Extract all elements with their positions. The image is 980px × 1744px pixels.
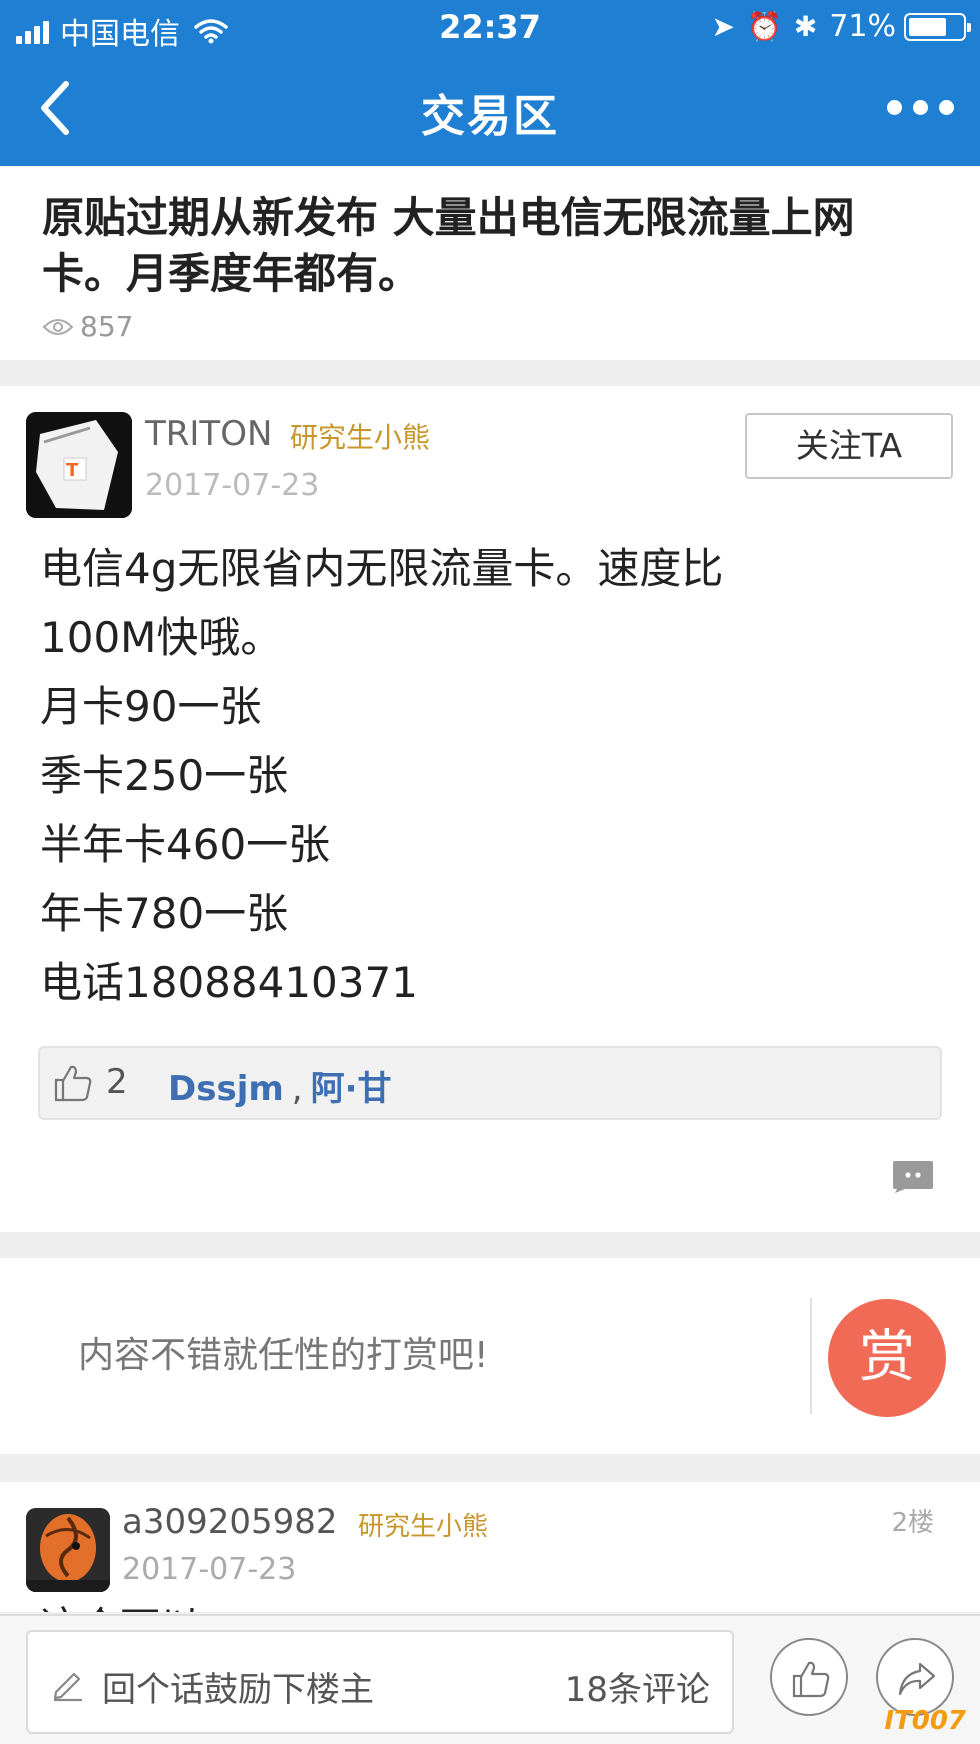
author-rank: 研究生小熊	[358, 1512, 489, 1542]
reply-body-peek: 这个可以	[40, 1594, 200, 1612]
post-body: 电信4g无限省内无限流量卡。速度比 100M快哦。 月卡90一张 季卡250一张…	[40, 534, 940, 1017]
post-title-card: 原贴过期从新发布 大量出电信无限流量上网卡。月季度年都有。 857	[0, 166, 980, 360]
bluetooth-icon: ✱	[793, 10, 818, 43]
reward-prompt: 内容不错就任性的打赏吧!	[78, 1335, 489, 1376]
reply-post: a309205982 研究生小熊 2017-07-23 2楼 这个可以	[0, 1482, 980, 1612]
avatar-image	[26, 1508, 110, 1592]
post-body-line: 年卡780一张	[40, 889, 289, 938]
more-icon[interactable]	[876, 100, 954, 115]
author-rank: 研究生小熊	[290, 421, 431, 454]
post-title: 原贴过期从新发布 大量出电信无限流量上网卡。月季度年都有。	[42, 193, 855, 298]
post-body-line: 半年卡460一张	[40, 820, 331, 869]
avatar[interactable]: T	[26, 412, 132, 518]
post-date: 2017-07-23	[145, 468, 320, 503]
avatar-image: T	[26, 412, 132, 518]
comment-placeholder: 回个话鼓励下楼主	[102, 1670, 374, 1710]
alarm-icon: ⏰	[746, 10, 782, 43]
watermark-logo: IT007	[884, 1706, 966, 1736]
location-icon: ➤	[711, 10, 735, 43]
battery-percent: 71%	[829, 9, 896, 44]
main-post: T TRITON 研究生小熊 2017-07-23 关注TA 电信4g无限省内无…	[0, 386, 980, 1232]
status-bar: 中国电信 22:37 ➤ ⏰ ✱ 71%	[0, 0, 980, 54]
liker-list: Dssjm, 阿·甘	[168, 1061, 392, 1110]
comment-bubble-icon[interactable]	[891, 1159, 935, 1193]
liker-link[interactable]: Dssjm	[168, 1069, 284, 1109]
page-title: 交易区	[421, 91, 559, 142]
reward-button[interactable]: 赏	[828, 1299, 946, 1417]
reward-section: 内容不错就任性的打赏吧! 赏	[0, 1258, 980, 1454]
post-date: 2017-07-23	[122, 1552, 297, 1587]
view-count: 857	[42, 310, 133, 343]
thumbs-up-icon[interactable]	[52, 1062, 94, 1104]
post-body-line: 电信4g无限省内无限流量卡。速度比	[40, 544, 724, 593]
pencil-icon	[53, 1672, 82, 1702]
comment-count[interactable]: 18条评论	[565, 1662, 710, 1711]
post-body-line: 月卡90一张	[40, 682, 262, 731]
thumbs-up-icon	[792, 1661, 830, 1698]
like-button[interactable]	[770, 1638, 848, 1716]
eye-icon	[42, 318, 74, 335]
divider	[810, 1298, 812, 1414]
post-body-line: 100M快哦。	[40, 613, 283, 662]
like-count: 2	[106, 1062, 128, 1102]
follow-button[interactable]: 关注TA	[745, 413, 953, 479]
svg-text:T: T	[66, 460, 79, 481]
comment-input[interactable]: 回个话鼓励下楼主 18条评论	[26, 1630, 734, 1734]
share-arrow-icon	[898, 1662, 936, 1696]
author-name[interactable]: a309205982	[122, 1502, 338, 1542]
liker-link[interactable]: 阿·甘	[311, 1069, 392, 1109]
post-body-line: 电话18088410371	[40, 958, 418, 1007]
like-bar: 2 Dssjm, 阿·甘	[38, 1046, 942, 1120]
post-body-line: 季卡250一张	[40, 751, 289, 800]
avatar[interactable]	[26, 1508, 110, 1592]
share-button[interactable]	[876, 1638, 954, 1716]
bottom-action-bar: 回个话鼓励下楼主 18条评论 IT007	[0, 1614, 980, 1744]
floor-number: 2楼	[891, 1508, 934, 1538]
author-name[interactable]: TRITON	[145, 414, 272, 454]
view-count-value: 857	[80, 310, 134, 343]
liker-separator: ,	[291, 1069, 303, 1109]
battery-icon	[904, 12, 971, 41]
app-header: 中国电信 22:37 ➤ ⏰ ✱ 71% 交易区	[0, 0, 980, 166]
